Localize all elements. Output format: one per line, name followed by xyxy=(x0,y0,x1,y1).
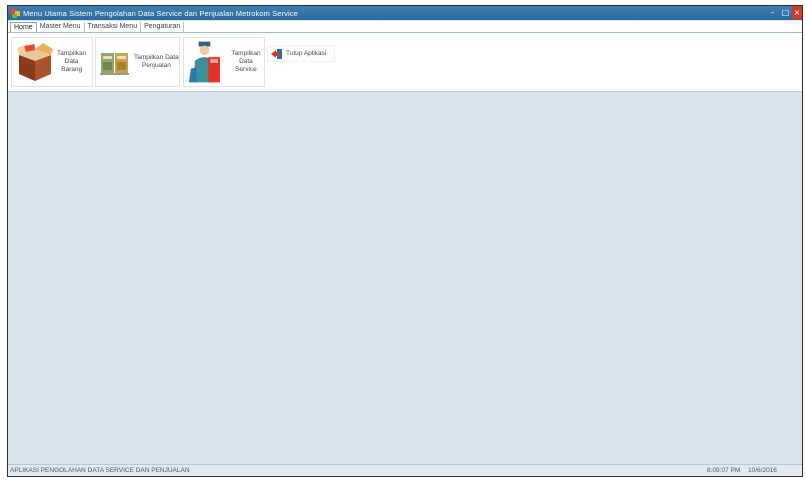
show-barang-label-line2: Data xyxy=(64,58,79,65)
status-app-name: APLIKASI PENGOLAHAN DATA SERVICE DAN PEN… xyxy=(10,467,190,474)
books-icon xyxy=(100,53,129,75)
maximize-button[interactable]: □ xyxy=(779,6,792,19)
box-icon xyxy=(17,43,53,81)
main-window: Menu Utama Sistem Pengolahan Data Servic… xyxy=(7,5,803,477)
close-button[interactable]: × xyxy=(792,6,802,19)
workspace-area xyxy=(8,93,802,466)
ribbon-tabs: Home Master Menu Transaksi Menu Pengatur… xyxy=(8,21,802,32)
tab-home[interactable]: Home xyxy=(10,22,37,32)
tab-pengaturan[interactable]: Pengaturan xyxy=(141,22,185,32)
show-penjualan-label-line1: Tampilkan Data xyxy=(134,54,179,61)
exit-app-button[interactable]: Tutup Aplikasi xyxy=(267,46,335,62)
exit-app-label: Tutup Aplikasi xyxy=(286,50,327,57)
show-penjualan-label-line2: Penjualan xyxy=(141,62,171,69)
status-time: 8:09:07 PM xyxy=(707,467,741,474)
show-barang-label-line1: Tampilkan xyxy=(57,50,87,57)
title-bar[interactable]: Menu Utama Sistem Pengolahan Data Servic… xyxy=(8,6,802,20)
show-service-label-line2: Data Service xyxy=(235,58,257,73)
app-icon xyxy=(11,8,20,18)
show-barang-button[interactable]: Tampilkan Data Barang xyxy=(11,37,93,87)
exit-icon xyxy=(271,49,282,59)
tab-master-menu[interactable]: Master Menu xyxy=(37,22,85,32)
window-title: Menu Utama Sistem Pengolahan Data Servic… xyxy=(23,8,298,18)
technician-icon xyxy=(188,41,220,83)
window-controls: – □ × xyxy=(766,6,802,20)
show-service-label-line1: Tampilkan xyxy=(231,50,261,57)
status-bar: APLIKASI PENGOLAHAN DATA SERVICE DAN PEN… xyxy=(8,464,802,476)
minimize-button[interactable]: – xyxy=(766,6,779,19)
show-service-button[interactable]: Tampilkan Data Service xyxy=(183,37,265,87)
show-barang-label-line3: Barang xyxy=(61,66,83,73)
status-date: 10/6/2016 xyxy=(748,467,777,474)
show-penjualan-button[interactable]: Tampilkan Data Penjualan xyxy=(95,37,180,87)
ribbon-panel: Tampilkan Data Barang Tampilkan Data Pen… xyxy=(8,32,802,92)
tab-transaksi-menu[interactable]: Transaksi Menu xyxy=(85,22,142,32)
